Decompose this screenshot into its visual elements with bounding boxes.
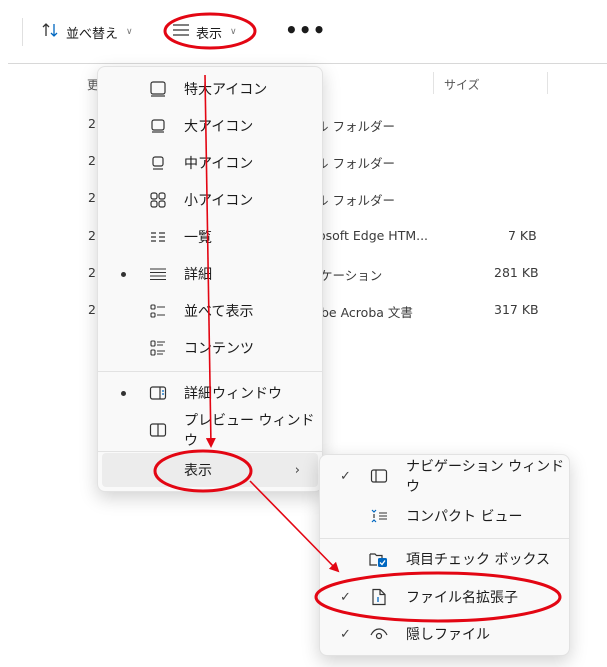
large-icons-icon [148, 116, 168, 136]
small-icons-icon [148, 190, 168, 210]
column-divider[interactable] [433, 72, 434, 94]
menu-item-label: 小アイコン [184, 193, 254, 209]
hidden-files-icon [369, 624, 389, 644]
menu-item-small-icons[interactable]: 小アイコン [102, 183, 318, 217]
row-date: 2 [88, 228, 96, 243]
medium-icons-icon [148, 153, 168, 173]
menu-item-tiles[interactable]: 並べて表示 [102, 294, 318, 328]
submenu-item-file-extensions[interactable]: ✓ ファイル名拡張子 [324, 579, 565, 615]
row-type: ケーション [320, 268, 383, 283]
menu-item-label: 表示 [184, 463, 212, 479]
submenu-item-label: コンパクト ビュー [406, 509, 523, 525]
view-icon [172, 23, 190, 41]
submenu-item-label: ファイル名拡張子 [406, 590, 518, 606]
file-extension-icon [369, 587, 389, 607]
row-type: ル フォルダー [316, 193, 395, 208]
row-size: 281 KB [494, 265, 539, 280]
row-type: ル フォルダー [316, 119, 395, 134]
column-divider[interactable] [547, 72, 548, 94]
submenu-item-label: ナビゲーション ウィンドウ [406, 459, 565, 495]
show-submenu: ✓ ナビゲーション ウィンドウ コンパクト ビュー 項目チェック ボックス ✓ … [319, 454, 570, 656]
check-icon: ✓ [340, 468, 351, 484]
row-type: be Acroba 文書 [321, 305, 413, 320]
row-date: 2 [88, 302, 96, 317]
extra-large-icons-icon [148, 79, 168, 99]
row-date: 2 [88, 116, 96, 131]
submenu-item-compact-view[interactable]: コンパクト ビュー [324, 498, 565, 534]
toolbar-divider [22, 18, 23, 46]
view-menu: 特大アイコン 大アイコン 中アイコン 小アイコン 一覧 詳細 並べて表示 コンテ… [97, 66, 323, 492]
view-button[interactable]: 表示 ∨ [172, 20, 237, 44]
menu-item-show[interactable]: 表示 › [102, 453, 318, 487]
details-pane-icon [148, 383, 168, 403]
selected-indicator-icon [121, 271, 126, 277]
menu-item-details[interactable]: 詳細 [102, 257, 318, 291]
row-date: 2 [88, 190, 96, 205]
menu-item-label: 詳細 [184, 267, 212, 283]
menu-item-label: 大アイコン [184, 119, 254, 135]
chevron-down-icon: ∨ [230, 27, 237, 37]
submenu-item-item-checkboxes[interactable]: 項目チェック ボックス [324, 541, 565, 577]
menu-item-label: 並べて表示 [184, 304, 254, 320]
menu-separator [98, 451, 322, 452]
menu-item-label: プレビュー ウィンドウ [184, 413, 315, 449]
menu-item-label: 特大アイコン [184, 82, 268, 98]
details-icon [148, 264, 168, 284]
menu-item-extra-large-icons[interactable]: 特大アイコン [102, 72, 318, 106]
row-date: 2 [88, 153, 96, 168]
column-header-size[interactable]: サイズ [444, 76, 480, 93]
tiles-icon [148, 301, 168, 321]
row-type: osoft Edge HTM... [318, 228, 429, 243]
menu-item-list[interactable]: 一覧 [102, 220, 318, 254]
chevron-right-icon: › [294, 462, 300, 478]
submenu-item-label: 項目チェック ボックス [406, 552, 551, 568]
submenu-item-navigation-pane[interactable]: ✓ ナビゲーション ウィンドウ [324, 458, 565, 495]
row-date: 2 [88, 265, 96, 280]
menu-item-label: 中アイコン [184, 156, 254, 172]
menu-item-medium-icons[interactable]: 中アイコン [102, 146, 318, 180]
menu-separator [98, 371, 322, 372]
menu-item-label: 詳細ウィンドウ [184, 386, 282, 402]
content-icon [148, 338, 168, 358]
menu-item-preview-pane[interactable]: プレビュー ウィンドウ [102, 413, 318, 449]
menu-item-label: コンテンツ [184, 341, 254, 357]
check-icon: ✓ [340, 626, 351, 642]
row-type: ル フォルダー [316, 156, 395, 171]
view-label: 表示 [196, 26, 223, 42]
menu-item-label: 一覧 [184, 230, 212, 246]
row-size: 7 KB [508, 228, 537, 243]
more-options-button[interactable]: ••• [285, 18, 326, 42]
item-checkbox-icon [369, 549, 389, 569]
row-size: 317 KB [494, 302, 539, 317]
menu-item-large-icons[interactable]: 大アイコン [102, 109, 318, 143]
command-bar: 並べ替え ∨ 表示 ∨ ••• [0, 0, 607, 62]
sort-button[interactable]: 並べ替え ∨ [42, 20, 133, 44]
menu-item-content[interactable]: コンテンツ [102, 331, 318, 365]
preview-pane-icon [148, 420, 168, 440]
compact-view-icon [369, 506, 389, 526]
selected-indicator-icon [121, 390, 126, 396]
submenu-item-label: 隠しファイル [406, 627, 490, 643]
sort-icon [42, 22, 60, 42]
submenu-item-hidden-files[interactable]: ✓ 隠しファイル [324, 616, 565, 652]
chevron-down-icon: ∨ [126, 27, 133, 37]
menu-item-details-pane[interactable]: 詳細ウィンドウ [102, 376, 318, 410]
list-icon [148, 227, 168, 247]
check-icon: ✓ [340, 589, 351, 605]
submenu-separator [320, 538, 569, 539]
navigation-pane-icon [369, 466, 389, 486]
sort-label: 並べ替え [66, 26, 119, 42]
